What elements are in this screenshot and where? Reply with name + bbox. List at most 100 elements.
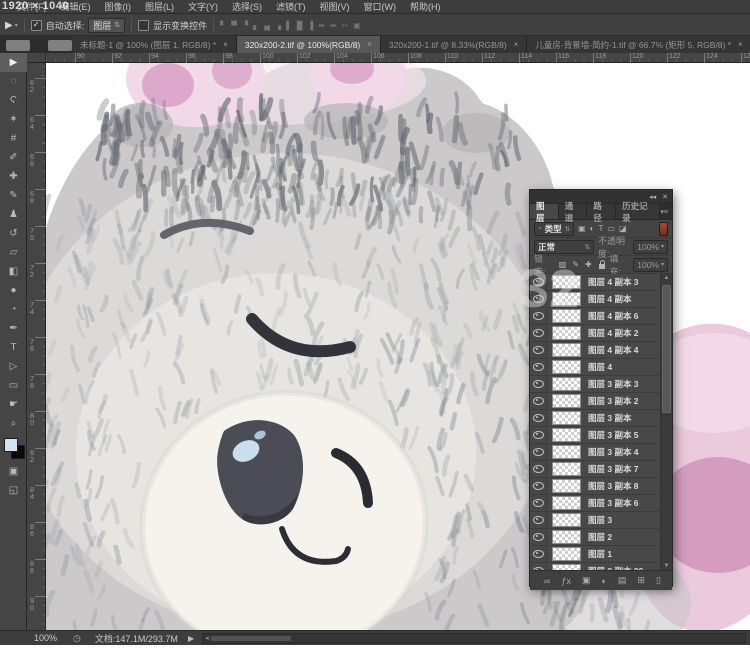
layer-visibility-toggle[interactable]: [530, 325, 547, 341]
close-icon[interactable]: ×: [514, 40, 519, 49]
align-icon[interactable]: ▘: [220, 21, 226, 30]
layer-visibility-toggle[interactable]: [530, 342, 547, 358]
align-icon[interactable]: ▐: [307, 21, 313, 30]
scroll-left-icon[interactable]: ◂: [203, 634, 211, 642]
layer-thumbnail[interactable]: [552, 360, 581, 374]
layer-row[interactable]: 图层 3 副本 7: [530, 461, 660, 478]
align-icon[interactable]: █: [297, 21, 303, 30]
show-transform-checkbox[interactable]: 显示变换控件: [138, 19, 207, 32]
fill-input[interactable]: 100% ▾: [633, 257, 669, 272]
layer-row[interactable]: 图层 4 副本 2: [530, 325, 660, 342]
layer-thumbnail[interactable]: [552, 411, 581, 425]
layer-row[interactable]: 图层 3 副本 4: [530, 444, 660, 461]
layer-row[interactable]: 图层 3 副本 3: [530, 376, 660, 393]
menu-filter[interactable]: 滤镜(T): [269, 0, 313, 13]
lock-position-icon[interactable]: ✚: [585, 260, 592, 269]
align-icon[interactable]: ▖: [253, 21, 259, 30]
filter-type-icon[interactable]: T: [599, 224, 604, 233]
dodge-tool[interactable]: ◔: [0, 300, 27, 319]
layer-visibility-toggle[interactable]: [530, 359, 547, 375]
doc-tab-320x200-2[interactable]: 320x200-2.tif @ 100%(RGB/8) ×: [236, 36, 381, 53]
auto-select-target-dropdown[interactable]: 图层 ⇅: [88, 17, 126, 33]
adjustment-layer-icon[interactable]: ◐: [601, 576, 606, 586]
doc-tab-kidsroom[interactable]: 儿童房-背景墙-简约-1.tif @ 66.7% (矩形 5, RGB/8) *…: [527, 36, 750, 53]
layer-thumbnail[interactable]: [552, 428, 581, 442]
filter-smartobject-icon[interactable]: ◪: [619, 224, 627, 233]
layer-visibility-toggle[interactable]: [530, 529, 547, 545]
layer-group-icon[interactable]: ▤: [618, 575, 627, 586]
doc-tab-untitled[interactable]: 未标题-1 @ 100% (图层 1, RGB/8) * ×: [72, 36, 237, 53]
align-icon[interactable]: ⇼: [330, 21, 337, 30]
filter-pixel-icon[interactable]: ▣: [578, 224, 586, 233]
marquee-tool[interactable]: ◌: [0, 72, 27, 91]
crop-tool[interactable]: #: [0, 129, 27, 148]
path-selection-tool[interactable]: ▷: [0, 357, 27, 376]
layer-row[interactable]: 图层 3 副本 8: [530, 478, 660, 495]
menu-layer[interactable]: 图层(L): [138, 0, 181, 13]
layer-thumbnail[interactable]: [552, 326, 581, 340]
layer-visibility-toggle[interactable]: [530, 461, 547, 477]
align-icon[interactable]: ▀: [231, 21, 237, 30]
filter-adjustment-icon[interactable]: ◐: [590, 224, 595, 233]
zoom-tool[interactable]: ⌕: [0, 414, 27, 433]
layer-thumbnail[interactable]: [552, 445, 581, 459]
lasso-tool[interactable]: Ϛ: [0, 91, 27, 110]
filter-type-dropdown[interactable]: ⌕ 类型 ⇅: [534, 221, 575, 236]
layer-visibility-toggle[interactable]: [530, 478, 547, 494]
filter-shape-icon[interactable]: ▭: [607, 224, 615, 233]
layer-row[interactable]: 图层 4: [530, 359, 660, 376]
layer-thumbnail[interactable]: [552, 547, 581, 561]
layer-thumbnail[interactable]: [552, 462, 581, 476]
scroll-up-icon[interactable]: ▲: [661, 275, 672, 281]
clone-stamp-tool[interactable]: ♟: [0, 205, 27, 224]
layer-row[interactable]: 图层 2 副本 20: [530, 563, 660, 570]
align-icon[interactable]: ▗: [275, 21, 281, 30]
layer-row[interactable]: 图层 3 副本: [530, 410, 660, 427]
layer-visibility-toggle[interactable]: [530, 410, 547, 426]
magic-wand-tool[interactable]: ✶: [0, 110, 27, 129]
hand-tool[interactable]: ☛: [0, 395, 27, 414]
close-icon[interactable]: ×: [367, 40, 372, 49]
tab-paths[interactable]: 路径: [587, 201, 617, 223]
tab-channels[interactable]: 通道: [558, 201, 588, 223]
color-swatches[interactable]: [0, 436, 27, 462]
align-icon[interactable]: ▣: [353, 21, 361, 30]
layers-scrollbar[interactable]: ▲ ▼: [660, 274, 672, 570]
align-icon[interactable]: ▝: [242, 21, 248, 30]
tool-preset-arrow-icon[interactable]: ▾: [15, 22, 18, 29]
layer-row[interactable]: 图层 1: [530, 546, 660, 563]
menu-help[interactable]: 帮助(H): [403, 0, 448, 13]
layer-thumbnail[interactable]: [552, 343, 581, 357]
layer-thumbnail[interactable]: [552, 513, 581, 527]
menu-image[interactable]: 图像(I): [98, 0, 139, 13]
screen-mode-button[interactable]: ◱: [0, 481, 27, 500]
scrollbar-thumb[interactable]: [662, 285, 671, 413]
eyedropper-tool[interactable]: ✐: [0, 148, 27, 167]
opacity-input[interactable]: 100% ▾: [633, 239, 668, 254]
close-icon[interactable]: ×: [738, 40, 743, 49]
filter-switch-icon[interactable]: [659, 221, 668, 236]
layer-visibility-toggle[interactable]: [530, 376, 547, 392]
doc-tab-320x200-1[interactable]: 320x200-1.tif @ 8.33%(RGB/8) ×: [380, 36, 528, 53]
layer-visibility-toggle[interactable]: [530, 427, 547, 443]
healing-brush-tool[interactable]: ✚: [0, 167, 27, 186]
scrollbar-thumb[interactable]: [210, 635, 291, 641]
tab-history[interactable]: 历史记录: [616, 201, 661, 223]
status-flyout-button[interactable]: ▶: [188, 634, 194, 643]
zoom-level-field[interactable]: 100%: [34, 633, 57, 643]
layer-thumbnail[interactable]: [552, 496, 581, 510]
pen-tool[interactable]: ✒: [0, 319, 27, 338]
layer-visibility-toggle[interactable]: [530, 444, 547, 460]
layer-visibility-toggle[interactable]: [530, 546, 547, 562]
horizontal-scrollbar[interactable]: ◂: [202, 632, 746, 644]
menu-view[interactable]: 视图(V): [313, 0, 357, 13]
quick-mask-button[interactable]: ▣: [0, 462, 27, 481]
layer-thumbnail[interactable]: [552, 377, 581, 391]
layer-row[interactable]: 图层 3: [530, 512, 660, 529]
new-layer-icon[interactable]: ⊞: [637, 575, 645, 586]
close-panel-icon[interactable]: ✕: [662, 193, 668, 201]
menu-type[interactable]: 文字(Y): [181, 0, 225, 13]
blur-tool[interactable]: ●: [0, 281, 27, 300]
rectangle-tool[interactable]: ▭: [0, 376, 27, 395]
scroll-down-icon[interactable]: ▼: [661, 563, 672, 569]
